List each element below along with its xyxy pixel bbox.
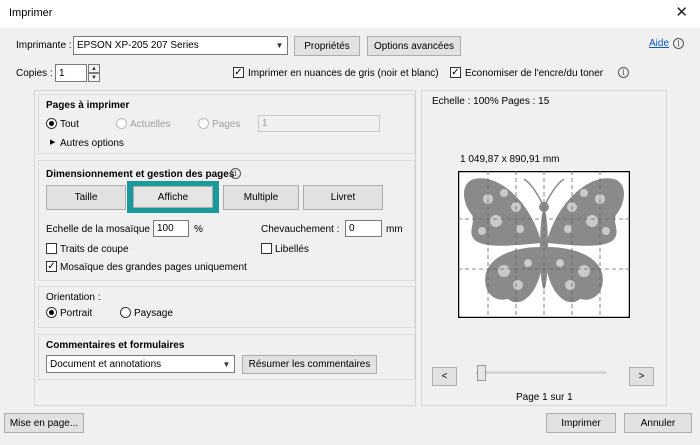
- page-slider-thumb[interactable]: [477, 365, 486, 381]
- current-page-label: Actuelles: [130, 119, 171, 130]
- pages-heading: Pages à imprimer: [46, 100, 130, 111]
- properties-button[interactable]: Propriétés: [294, 36, 360, 56]
- comments-selected-value: Document et annotations: [50, 358, 162, 370]
- page-range-input[interactable]: 1: [258, 115, 380, 132]
- poster-button[interactable]: Affiche: [133, 186, 213, 208]
- percent-unit: %: [194, 224, 203, 235]
- info-icon[interactable]: i: [230, 168, 241, 179]
- copies-increment-button[interactable]: ▲: [88, 64, 100, 73]
- overlap-input[interactable]: 0: [345, 220, 382, 237]
- title-bar: [0, 0, 700, 28]
- print-button[interactable]: Imprimer: [546, 413, 616, 433]
- help-link[interactable]: Aide: [649, 38, 669, 49]
- preview-scale-text: Echelle : 100% Pages : 15: [432, 96, 550, 107]
- copies-input[interactable]: 1: [55, 64, 87, 82]
- copies-label: Copies :: [16, 68, 53, 79]
- page-range-radio[interactable]: [198, 118, 209, 129]
- chevron-down-icon: ▼: [222, 359, 231, 369]
- more-options-label[interactable]: Autres options: [60, 138, 124, 149]
- size-button[interactable]: Taille: [46, 185, 126, 210]
- tile-large-label: Mosaïque des grandes pages uniquement: [60, 262, 247, 273]
- printer-selected-value: EPSON XP-205 207 Series: [77, 40, 199, 51]
- current-page-radio[interactable]: [116, 118, 127, 129]
- page-slider-track[interactable]: [476, 371, 606, 374]
- booklet-button[interactable]: Livret: [303, 185, 383, 210]
- labels-checkbox[interactable]: [261, 243, 272, 254]
- copies-decrement-button[interactable]: ▼: [88, 73, 100, 82]
- sizing-heading: Dimensionnement et gestion des pages: [46, 169, 235, 180]
- info-icon[interactable]: i: [673, 38, 684, 49]
- close-icon[interactable]: ✕: [675, 3, 688, 23]
- orientation-heading: Orientation :: [46, 292, 101, 303]
- cut-marks-checkbox[interactable]: [46, 243, 57, 254]
- cancel-button[interactable]: Annuler: [624, 413, 692, 433]
- multiple-button[interactable]: Multiple: [223, 185, 299, 210]
- comments-select[interactable]: Document et annotations ▼: [46, 355, 235, 373]
- page-preview: [458, 171, 630, 318]
- expand-triangle-icon[interactable]: ▶: [50, 138, 55, 146]
- portrait-radio[interactable]: [46, 307, 57, 318]
- page-info: Page 1 sur 1: [516, 392, 573, 403]
- page-setup-button[interactable]: Mise en page...: [4, 413, 84, 433]
- save-ink-checkbox[interactable]: ✓: [450, 67, 461, 78]
- cut-marks-label: Traits de coupe: [60, 244, 129, 255]
- save-ink-label: Economiser de l'encre/du toner: [465, 68, 604, 79]
- info-icon[interactable]: i: [618, 67, 629, 78]
- grayscale-checkbox[interactable]: ✓: [233, 67, 244, 78]
- preview-dimensions: 1 049,87 x 890,91 mm: [460, 154, 560, 165]
- printer-select[interactable]: EPSON XP-205 207 Series ▼: [73, 36, 288, 55]
- tile-scale-label: Echelle de la mosaïque :: [46, 224, 156, 235]
- mm-unit: mm: [386, 224, 403, 235]
- landscape-radio[interactable]: [120, 307, 131, 318]
- landscape-label: Paysage: [134, 308, 173, 319]
- all-pages-radio[interactable]: [46, 118, 57, 129]
- labels-label: Libellés: [275, 244, 309, 255]
- comments-heading: Commentaires et formulaires: [46, 340, 185, 351]
- next-page-button[interactable]: >: [629, 367, 654, 386]
- tile-large-checkbox[interactable]: ✓: [46, 261, 57, 272]
- printer-label: Imprimante :: [16, 40, 72, 51]
- all-pages-label: Tout: [60, 119, 79, 130]
- grayscale-label: Imprimer en nuances de gris (noir et bla…: [248, 68, 439, 79]
- overlap-label: Chevauchement :: [261, 224, 340, 235]
- chevron-down-icon: ▼: [275, 41, 284, 50]
- page-range-label: Pages: [212, 119, 241, 130]
- window-title: Imprimer: [9, 7, 53, 19]
- portrait-label: Portrait: [60, 308, 93, 319]
- summarize-comments-button[interactable]: Résumer les commentaires: [242, 355, 377, 374]
- prev-page-button[interactable]: <: [432, 367, 457, 386]
- tile-scale-input[interactable]: 100: [153, 220, 189, 237]
- advanced-options-button[interactable]: Options avancées: [367, 36, 461, 56]
